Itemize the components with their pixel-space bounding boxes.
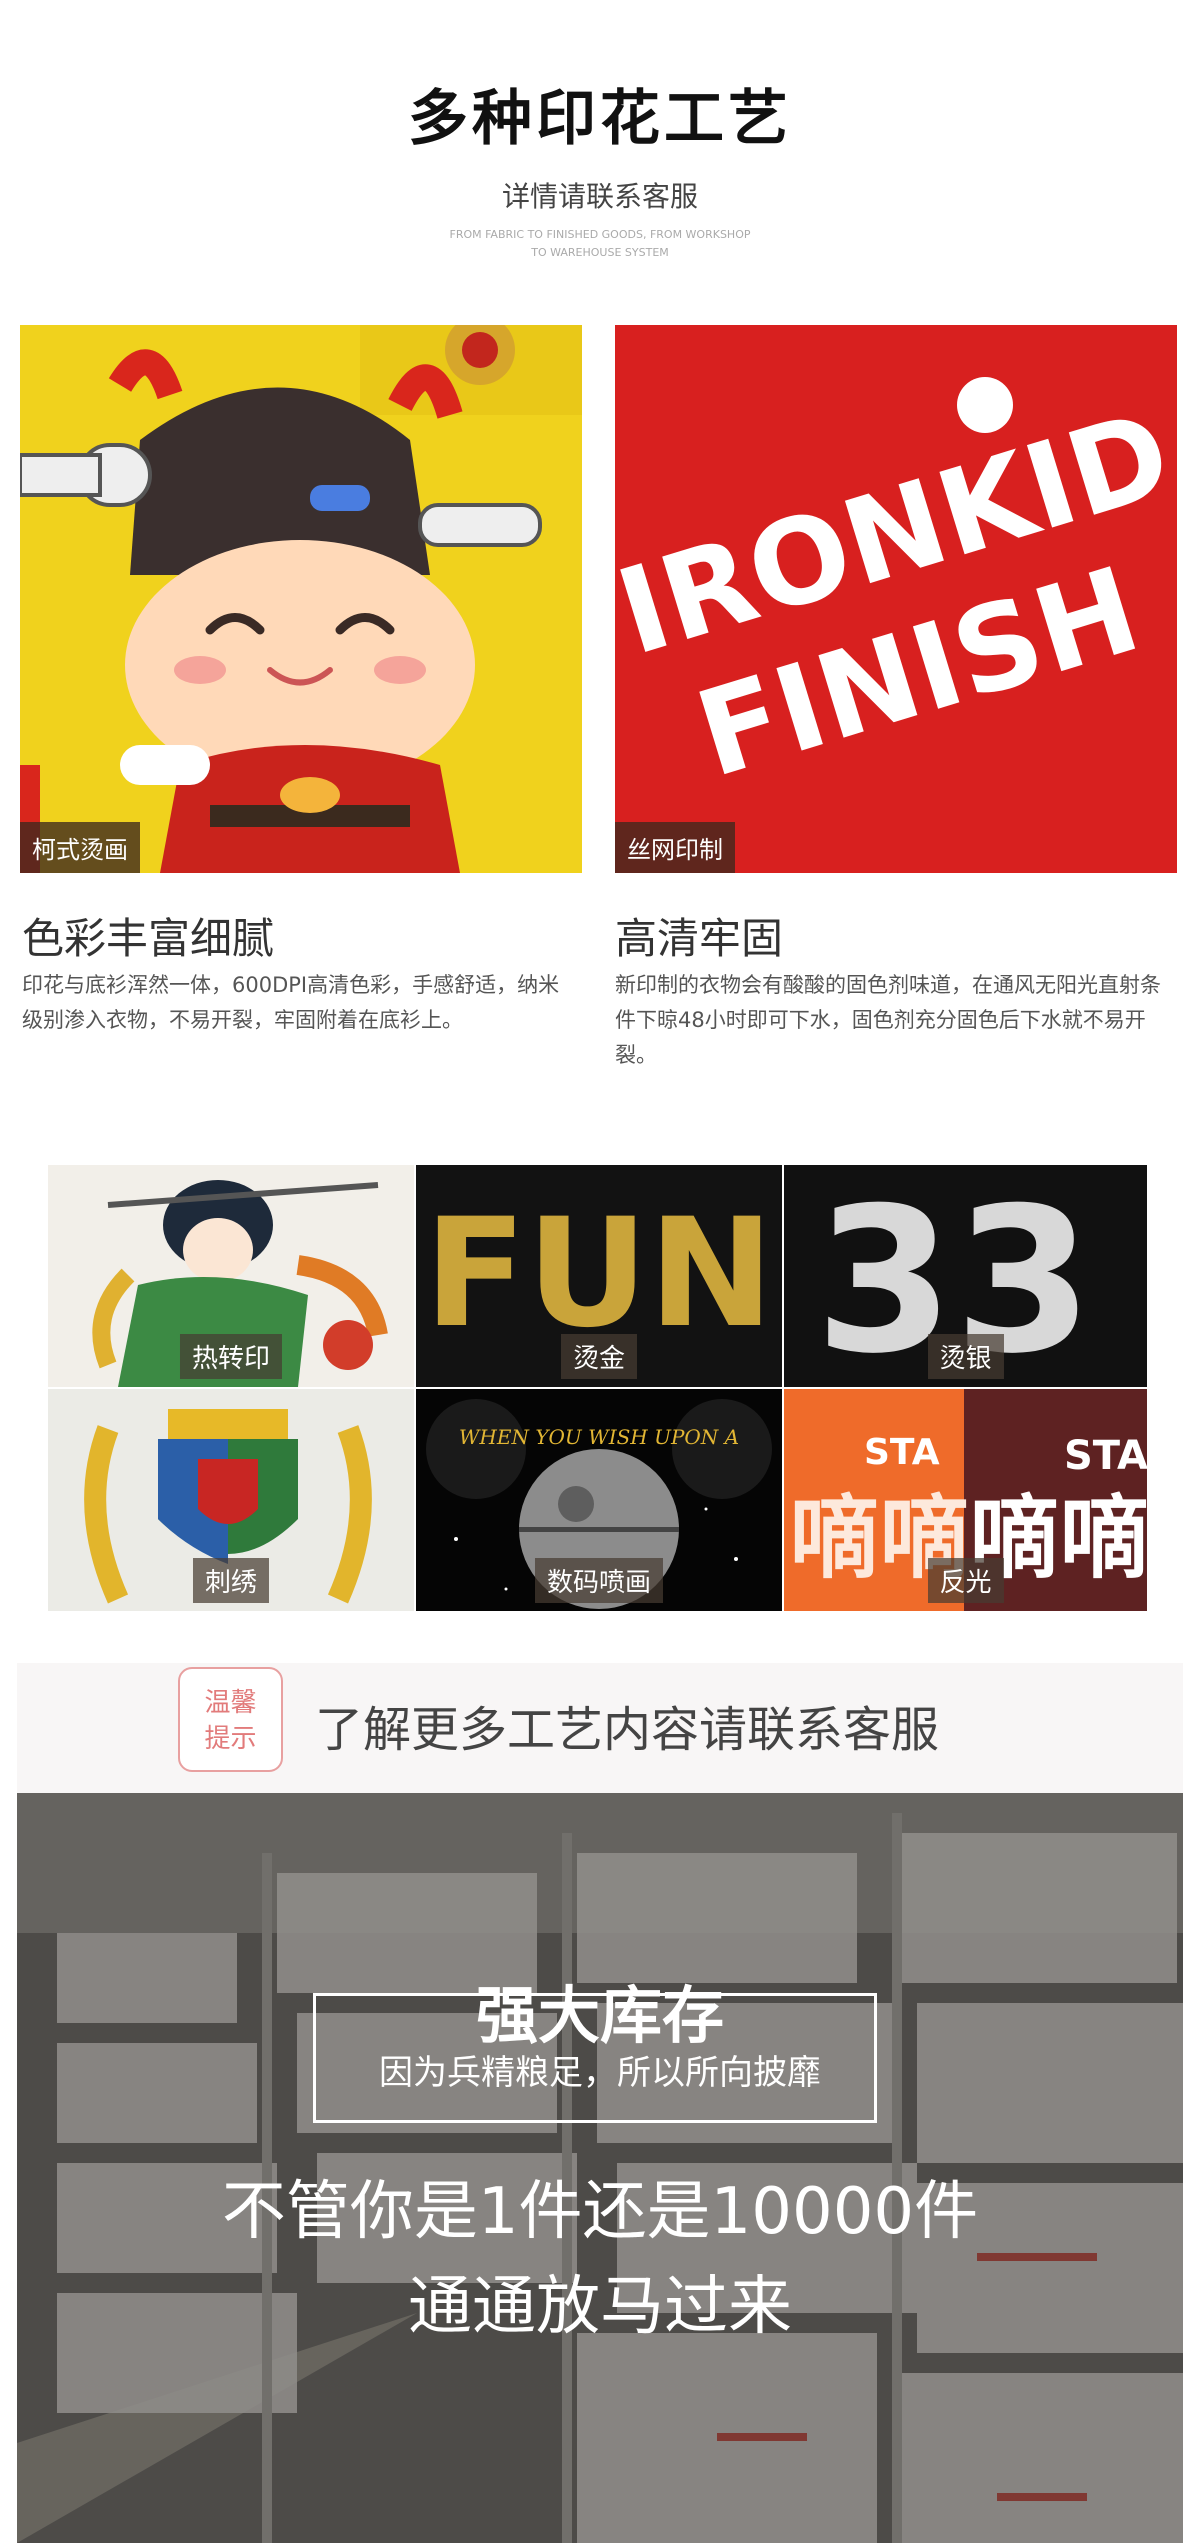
feature-desc-durable: 新印制的衣物会有酸酸的固色剂味道，在通风无阳光直射条件下晾48小时即可下水，固色… xyxy=(615,973,1161,1067)
technique-heat-transfer: 热转印 xyxy=(48,1165,414,1387)
notice-badge-line2: 提示 xyxy=(204,1724,257,1754)
feature-tag-screen-print: 丝网印制 xyxy=(615,822,735,873)
fineprint: FROM FABRIC TO FINISHED GOODS, FROM WORK… xyxy=(0,226,1200,262)
feature-heading-color: 色彩丰富细腻 xyxy=(22,914,275,963)
reflective-text-left: STA xyxy=(864,1432,940,1473)
notice-badge-line1: 温馨 xyxy=(204,1688,257,1718)
feature-tag-kodak-transfer: 柯式烫画 xyxy=(20,822,140,873)
digital-print-text: WHEN YOU WISH UPON A xyxy=(459,1425,739,1449)
warehouse-title: 强大库存 xyxy=(0,1965,1200,2055)
technique-embroidery: 刺绣 xyxy=(48,1389,414,1611)
technique-label-embroidery: 刺绣 xyxy=(192,1558,270,1603)
warehouse-line-1: 不管你是1件还是10000件 xyxy=(221,2175,979,2249)
feature-desc-color: 印花与底衫浑然一体，600DPI高清色彩，手感舒适，纳米级别渗入衣物，不易开裂，… xyxy=(22,973,560,1032)
notice-badge: 温馨 提示 xyxy=(178,1667,283,1772)
technique-gold-foil: FUN 烫金 xyxy=(416,1165,782,1387)
technique-label-reflective: 反光 xyxy=(927,1558,1004,1603)
screenprint-photo: IRONKID FINISH xyxy=(615,325,1177,873)
feature-photo-cartoon: 柯式烫画 xyxy=(20,325,582,873)
technique-label-gold-foil: 烫金 xyxy=(560,1334,638,1379)
page-subtitle: 详情请联系客服 xyxy=(501,180,698,213)
technique-reflective: STA STA 嘀嘀 嘀嘀 反光 xyxy=(784,1389,1147,1611)
feature-heading-durable: 高清牢固 xyxy=(615,914,784,963)
page-title: 多种印花工艺 xyxy=(408,84,792,154)
warehouse-line-2: 通通放马过来 xyxy=(408,2270,792,2344)
notice-text: 了解更多工艺内容请联系客服 xyxy=(315,1702,940,1758)
cartoon-illustration xyxy=(20,325,582,873)
technique-label-silver-foil: 烫银 xyxy=(927,1334,1004,1379)
technique-digital-print: WHEN YOU WISH UPON A 数码喷画 xyxy=(416,1389,782,1611)
reflective-text-right: STA xyxy=(1064,1433,1147,1479)
warehouse-title-text: 强大库存 xyxy=(475,1979,724,2052)
technique-silver-foil: 33 烫银 xyxy=(784,1165,1147,1387)
feature-photo-screenprint: IRONKID FINISH 丝网印制 xyxy=(615,325,1177,873)
technique-label-digital-print: 数码喷画 xyxy=(534,1558,664,1603)
technique-label-heat-transfer: 热转印 xyxy=(179,1334,283,1379)
fineprint-line-1: FROM FABRIC TO FINISHED GOODS, FROM WORK… xyxy=(449,228,751,241)
fineprint-line-2: TO WAREHOUSE SYSTEM xyxy=(531,246,669,259)
warehouse-subtitle: 因为兵精粮足，所以所向披靡 xyxy=(379,2053,821,2093)
